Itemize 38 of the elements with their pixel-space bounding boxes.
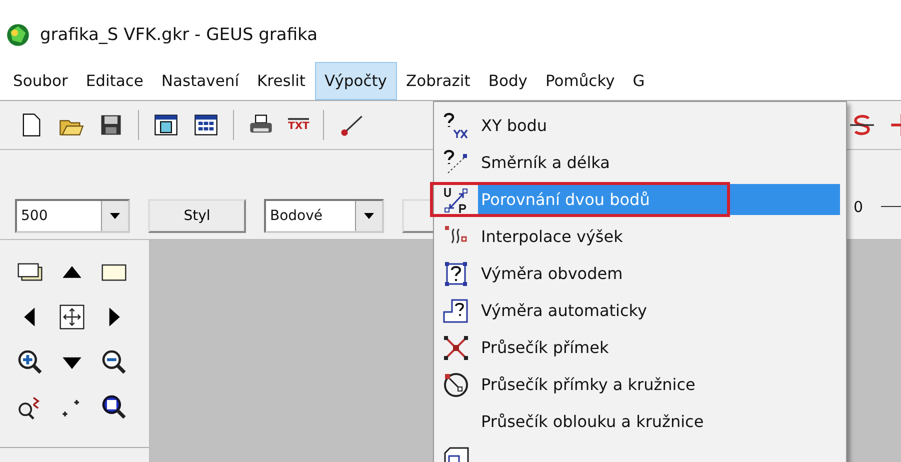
menu-option[interactable]: XY bodu [434,107,846,144]
menu-item[interactable]: Výpočty [314,62,397,100]
menu-item[interactable]: G [624,62,654,100]
scale-combo[interactable]: 500 [15,199,130,233]
menu-option[interactable]: Interpolace výšek [434,218,846,255]
zoom-window-icon[interactable] [100,393,128,421]
bearing-icon [442,148,470,176]
menu-item[interactable]: Zobrazit [396,62,480,100]
menu-option[interactable]: Průsečík přímek [434,329,846,366]
window-title: grafika_S VFK.gkr - GEUS grafika [40,25,318,45]
style-button[interactable]: Styl [148,199,246,233]
compare-points-icon [442,186,470,214]
area-perimeter-icon [442,260,470,288]
menu-option[interactable]: Směrník a délka [434,144,846,181]
grid-window-icon[interactable] [193,112,219,138]
caret-icon [364,213,374,219]
menu-item[interactable]: Nastavení [152,62,248,100]
menu-item[interactable]: Soubor [4,62,77,100]
question-xy-icon [442,112,470,140]
window-icon[interactable] [153,112,179,138]
menu-item[interactable]: Kreslit [248,62,315,100]
pan-icon[interactable] [58,303,86,331]
zoom-in-icon[interactable] [16,348,44,376]
menu-item[interactable]: Pomůcky [536,62,624,100]
circle-intersection-icon [442,370,470,398]
value-label: 0 [853,198,863,216]
menu-option[interactable]: Výměra automaticky [434,292,846,329]
zoom-out-icon[interactable] [100,348,128,376]
app-logo-icon [6,23,30,47]
area-auto-icon [442,296,470,324]
menu-item[interactable]: Editace [76,62,152,100]
line-intersection-icon [442,334,470,362]
menu-option[interactable]: Výměra obvodem [434,255,846,292]
menu-option[interactable]: Průsečík oblouku a kružnice [434,403,846,440]
mode-combo[interactable]: Bodové [264,199,384,233]
menu-item[interactable]: Body [479,62,536,100]
menu-option[interactable]: Průsečík přímky a kružnice [434,366,846,403]
caret-icon [110,213,120,219]
